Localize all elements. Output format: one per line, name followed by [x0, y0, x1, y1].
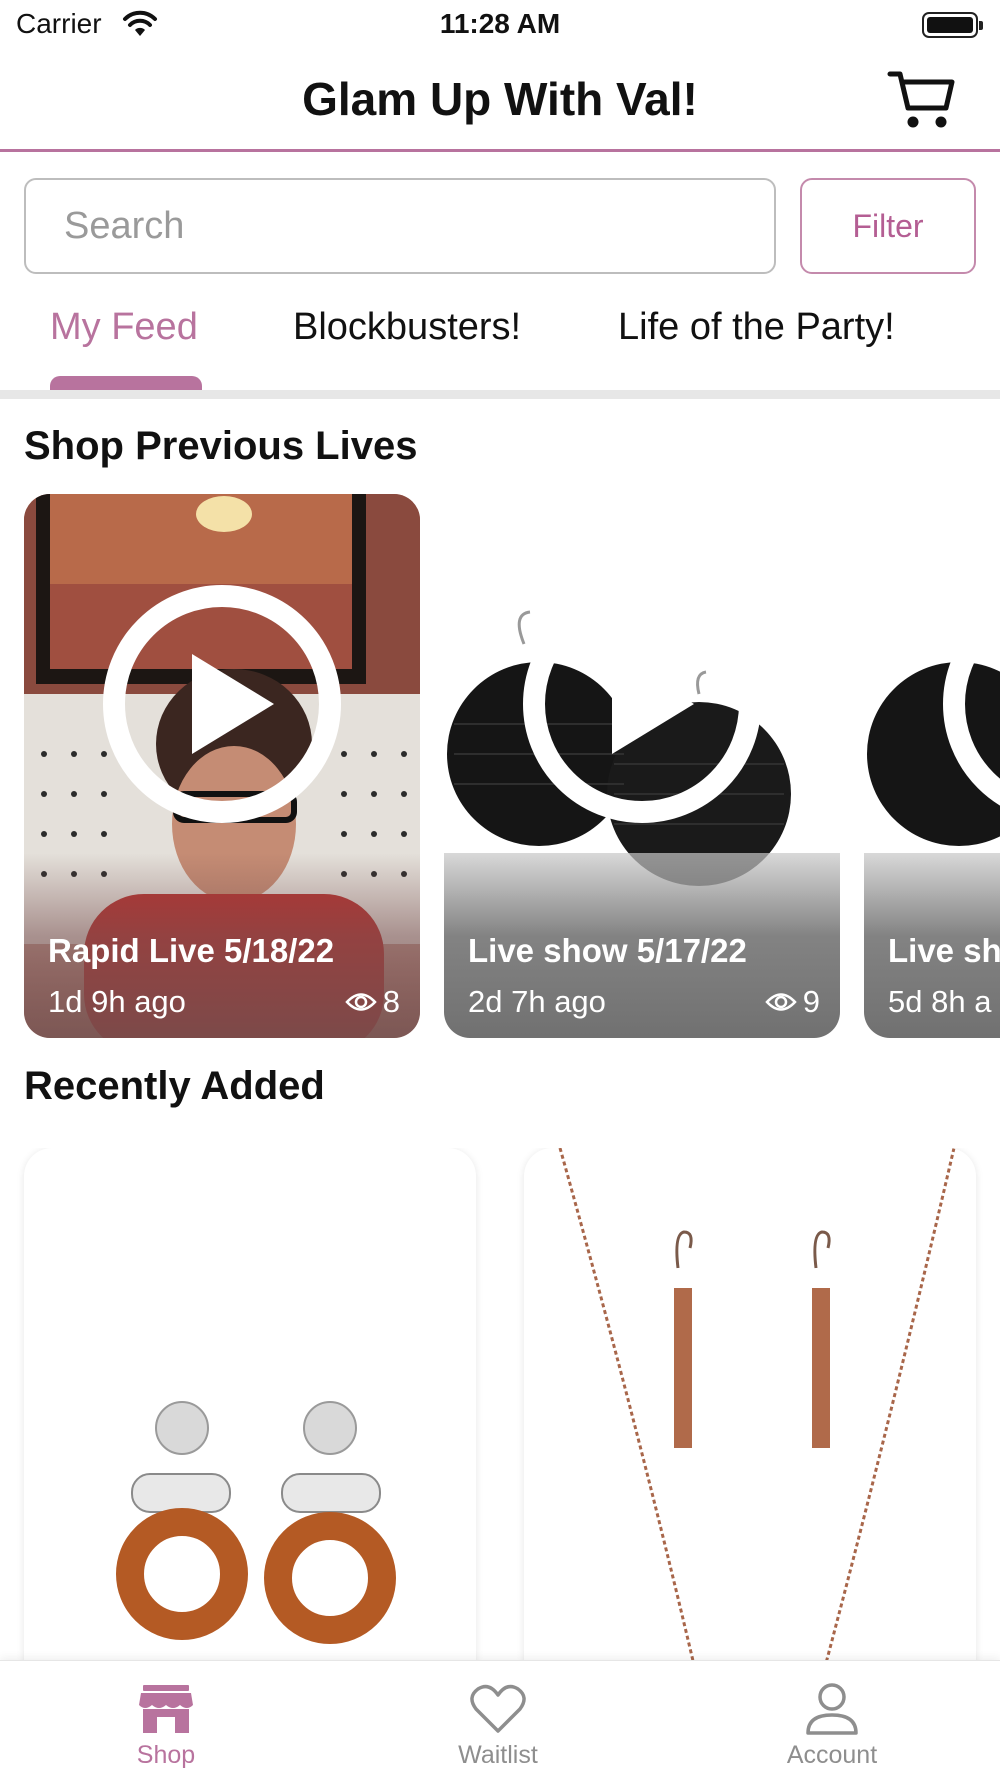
- tab-life-of-the-party[interactable]: Life of the Party!: [618, 306, 895, 349]
- section-title-previous-lives: Shop Previous Lives: [24, 424, 418, 468]
- live-title: Live sho: [888, 932, 1000, 969]
- recently-added-grid: [0, 1148, 1000, 1660]
- live-title: Live show 5/17/22: [468, 932, 747, 969]
- product-card[interactable]: [524, 1148, 976, 1660]
- tabbar-item-waitlist[interactable]: Waitlist: [398, 1661, 598, 1778]
- tabbar-item-shop[interactable]: Shop: [66, 1661, 266, 1778]
- live-age: 2d 7h ago: [468, 984, 606, 1019]
- view-count-value: 9: [802, 984, 820, 1019]
- live-title: Rapid Live 5/18/22: [48, 932, 335, 969]
- live-age: 1d 9h ago: [48, 984, 186, 1019]
- previous-lives-carousel[interactable]: Rapid Live 5/18/22 1d 9h ago 8 Live show…: [0, 494, 1000, 1040]
- status-bar: Carrier 11:28 AM: [0, 0, 1000, 50]
- view-count: 8: [345, 984, 400, 1020]
- eye-icon: [765, 993, 797, 1011]
- product-image: [558, 1148, 956, 1660]
- status-time: 11:28 AM: [439, 8, 561, 39]
- cart-icon[interactable]: [886, 68, 958, 132]
- view-count: 9: [765, 984, 820, 1020]
- tab-blockbusters[interactable]: Blockbusters!: [293, 306, 521, 349]
- shop-icon: [139, 1685, 193, 1733]
- live-card[interactable]: Rapid Live 5/18/22 1d 9h ago 8: [24, 494, 420, 1038]
- tabbar-label: Shop: [136, 1741, 196, 1769]
- filter-button[interactable]: Filter: [800, 178, 976, 274]
- section-title-recently-added: Recently Added: [24, 1064, 325, 1108]
- eye-icon: [345, 993, 377, 1011]
- product-card[interactable]: [24, 1148, 476, 1660]
- tabbar-item-account[interactable]: Account: [732, 1661, 932, 1778]
- product-image: [116, 1401, 396, 1644]
- account-icon: [806, 1683, 858, 1735]
- bottom-tab-bar: Shop Waitlist Account: [0, 1660, 1000, 1778]
- live-card[interactable]: Live sho 5d 8h a: [864, 494, 1000, 1038]
- view-count-value: 8: [382, 984, 400, 1019]
- tab-my-feed[interactable]: My Feed: [50, 306, 198, 349]
- play-icon[interactable]: [522, 584, 762, 824]
- divider: [0, 390, 1000, 399]
- search-input[interactable]: [24, 178, 776, 274]
- live-card[interactable]: Live show 5/17/22 2d 7h ago 9: [444, 494, 840, 1038]
- tabbar-label: Account: [786, 1741, 878, 1769]
- battery-icon: [922, 12, 983, 38]
- app-header: Glam Up With Val!: [0, 50, 1000, 152]
- page-title: Glam Up With Val!: [302, 73, 698, 125]
- live-age: 5d 8h a: [888, 984, 992, 1019]
- category-tabs: My Feed Blockbusters! Life of the Party!: [0, 300, 1000, 392]
- play-icon[interactable]: [942, 584, 1000, 824]
- tabbar-label: Waitlist: [458, 1741, 538, 1769]
- heart-icon: [470, 1684, 526, 1733]
- play-icon[interactable]: [102, 584, 342, 824]
